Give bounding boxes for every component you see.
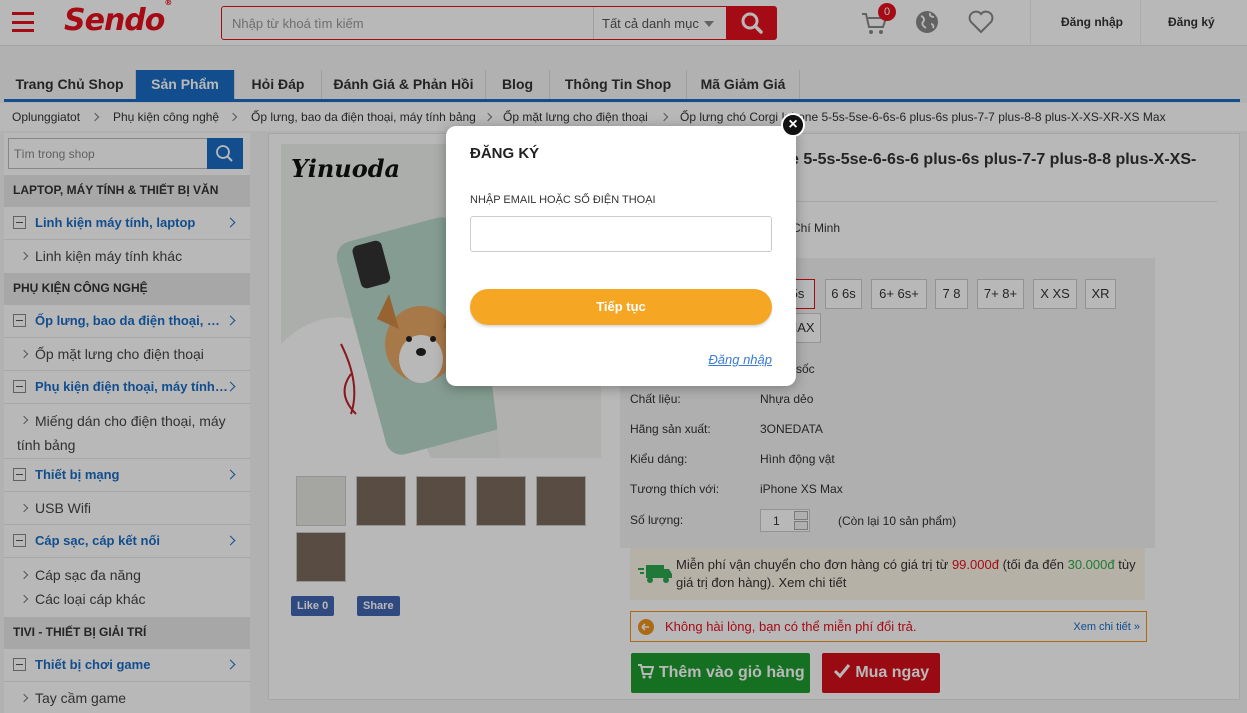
login-link[interactable]: Đăng nhập xyxy=(708,352,772,367)
email-phone-input[interactable] xyxy=(470,216,772,252)
email-phone-label: NHẬP EMAIL HOẶC SỐ ĐIỆN THOẠI xyxy=(470,194,656,206)
continue-button[interactable]: Tiếp tục xyxy=(470,289,772,325)
register-modal: ĐĂNG KÝ NHẬP EMAIL HOẶC SỐ ĐIỆN THOẠI Ti… xyxy=(446,126,796,386)
modal-title: ĐĂNG KÝ xyxy=(470,145,540,162)
close-icon[interactable]: × xyxy=(781,113,805,137)
